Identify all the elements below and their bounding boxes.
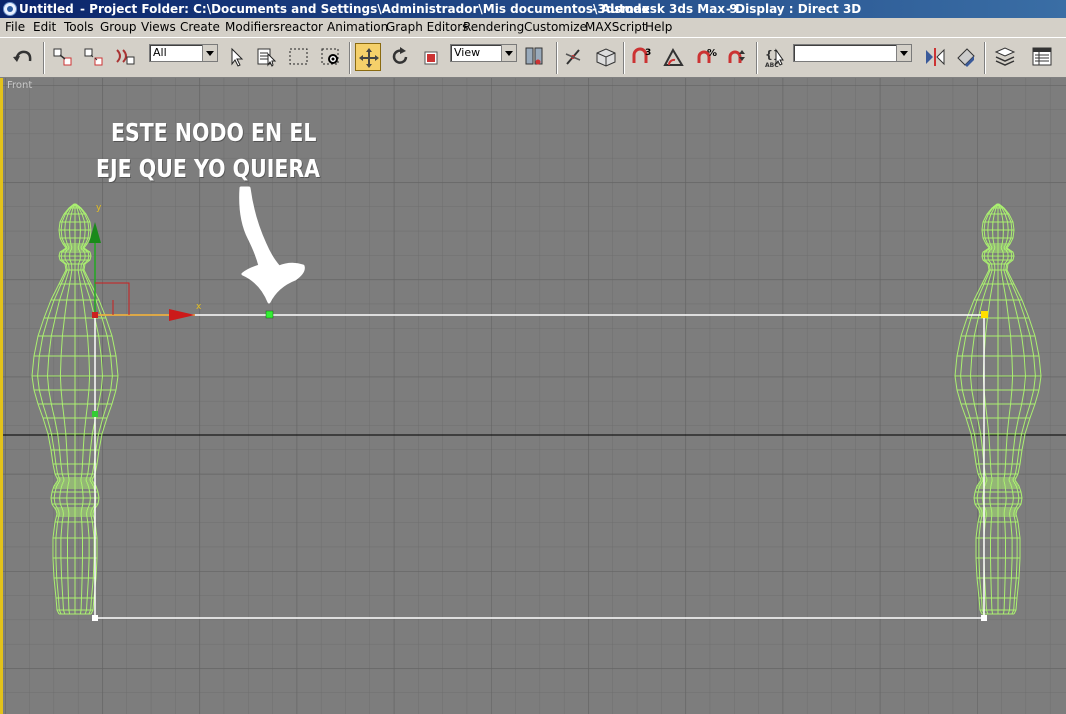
document-name: Untitled — [19, 2, 74, 16]
annotation-text-line2: EJE QUE YO QUIERA — [96, 154, 321, 183]
annotation-text-line1: ESTE NODO EN EL — [111, 118, 317, 147]
percent-snap-icon: % — [697, 48, 717, 63]
keyboard-shortcut-override-button[interactable] — [593, 43, 619, 71]
align-icon — [957, 48, 975, 67]
viewport-label-front[interactable]: Front — [7, 80, 32, 91]
menu-views[interactable]: Views — [141, 18, 176, 37]
reference-coordinate-system-dropdown[interactable]: View — [450, 44, 517, 62]
chevron-down-icon — [501, 45, 516, 61]
snaps-toggle-icon: 3 — [632, 47, 651, 63]
project-folder-path: - Project Folder: C:\Documents and Setti… — [80, 2, 650, 16]
menu-help[interactable]: Help — [645, 18, 672, 37]
menu-tools[interactable]: Tools — [64, 18, 94, 37]
window-crossing-icon — [321, 48, 339, 65]
select-by-name-button[interactable] — [254, 43, 280, 71]
menu-animation[interactable]: Animation — [327, 18, 388, 37]
select-and-manipulate-button[interactable] — [560, 43, 586, 71]
angle-snap-icon — [663, 47, 684, 66]
select-manipulate-icon — [565, 49, 581, 65]
unlink-icon — [84, 48, 103, 66]
selection-filter-dropdown[interactable]: All — [149, 44, 218, 62]
menu-graph-editors[interactable]: Graph Editors — [386, 18, 468, 37]
mirror-button[interactable] — [922, 43, 948, 71]
keyboard-shortcut-icon — [596, 48, 616, 67]
spline-vertex-yellow[interactable] — [981, 311, 988, 318]
selection-filter-value: All — [153, 46, 167, 59]
spinner-snap-icon — [728, 50, 745, 63]
layer-manager-icon — [994, 47, 1016, 66]
menu-maxscript[interactable]: MAXScript — [585, 18, 647, 37]
select-and-move-button[interactable] — [355, 43, 381, 71]
unlink-selection-button[interactable] — [81, 43, 107, 71]
percent-snap-toggle-button[interactable]: % — [694, 43, 720, 71]
window-crossing-button[interactable] — [318, 43, 344, 71]
chevron-down-icon — [202, 45, 217, 61]
svg-text:3: 3 — [645, 48, 651, 58]
menu-edit[interactable]: Edit — [33, 18, 56, 37]
menu-bar: File Edit Tools Group Views Create Modif… — [0, 18, 1066, 37]
gizmo-center[interactable] — [92, 312, 98, 318]
toolbar-separator — [556, 42, 558, 74]
chevron-down-icon — [896, 45, 911, 61]
spinner-snap-toggle-button[interactable] — [725, 43, 751, 71]
menu-file[interactable]: File — [5, 18, 25, 37]
front-viewport[interactable]: x y ESTE NODO EN EL EJE QUE YO QUIERA — [0, 78, 1066, 714]
angle-snap-toggle-button[interactable] — [661, 43, 687, 71]
menu-create[interactable]: Create — [180, 18, 220, 37]
select-and-rotate-icon — [392, 47, 408, 64]
toolbar-separator — [349, 42, 351, 74]
edit-named-selection-sets-button[interactable]: {} ABC — [762, 43, 788, 71]
align-button[interactable] — [953, 43, 979, 71]
3dsmax-app-icon[interactable] — [3, 2, 17, 16]
layer-manager-button[interactable] — [992, 43, 1018, 71]
svg-text:%: % — [707, 48, 717, 59]
spline-vertex[interactable] — [981, 615, 987, 621]
use-pivot-point-center-button[interactable] — [522, 43, 548, 71]
use-pivot-center-icon — [525, 47, 543, 65]
select-and-scale-icon — [424, 51, 438, 65]
toolbar-separator — [43, 42, 45, 74]
selected-node-vertex[interactable] — [265, 310, 274, 319]
rectangular-selection-region-button[interactable] — [286, 43, 312, 71]
select-link-icon — [53, 48, 72, 66]
application-name: - Autodesk 3ds Max 9 — [592, 2, 738, 16]
toolbar-separator — [623, 42, 625, 74]
select-and-rotate-button[interactable] — [387, 43, 413, 71]
axis-y-label: y — [96, 203, 102, 213]
display-driver: - Display : Direct 3D — [726, 2, 862, 16]
named-selection-sets-dropdown[interactable] — [793, 44, 912, 62]
main-toolbar: All View 3 % {} ABC — [0, 37, 1066, 78]
undo-button[interactable] — [10, 43, 36, 71]
edit-named-selection-icon: {}ABC — [765, 48, 784, 68]
curve-editor-icon — [1032, 47, 1052, 66]
select-by-name-icon — [257, 48, 277, 67]
bind-to-space-warp-button[interactable] — [112, 43, 138, 71]
reference-coordinate-value: View — [454, 46, 481, 59]
select-object-icon — [231, 47, 244, 67]
spline-vertex[interactable] — [92, 615, 98, 621]
spline-vertex-green[interactable] — [92, 411, 98, 417]
menu-modifiers[interactable]: Modifiers — [225, 18, 280, 37]
toolbar-separator — [984, 42, 986, 74]
select-and-scale-button[interactable] — [419, 43, 445, 71]
select-and-move-icon — [359, 48, 379, 68]
menu-reactor[interactable]: reactor — [280, 18, 323, 37]
select-object-button[interactable] — [224, 43, 250, 71]
toolbar-separator — [756, 42, 758, 74]
menu-rendering[interactable]: Rendering — [463, 18, 524, 37]
rectangular-selection-icon — [289, 48, 308, 65]
curve-editor-button[interactable] — [1029, 43, 1055, 71]
snaps-toggle-button[interactable]: 3 — [629, 43, 655, 71]
axis-x-label: x — [196, 302, 202, 312]
title-bar: Untitled - Project Folder: C:\Documents … — [0, 0, 1066, 18]
menu-group[interactable]: Group — [100, 18, 137, 37]
menu-customize[interactable]: Customize — [524, 18, 587, 37]
undo-icon — [13, 50, 32, 62]
mirror-icon — [926, 48, 945, 66]
select-and-link-button[interactable] — [50, 43, 76, 71]
bind-space-warp-icon — [116, 49, 135, 65]
